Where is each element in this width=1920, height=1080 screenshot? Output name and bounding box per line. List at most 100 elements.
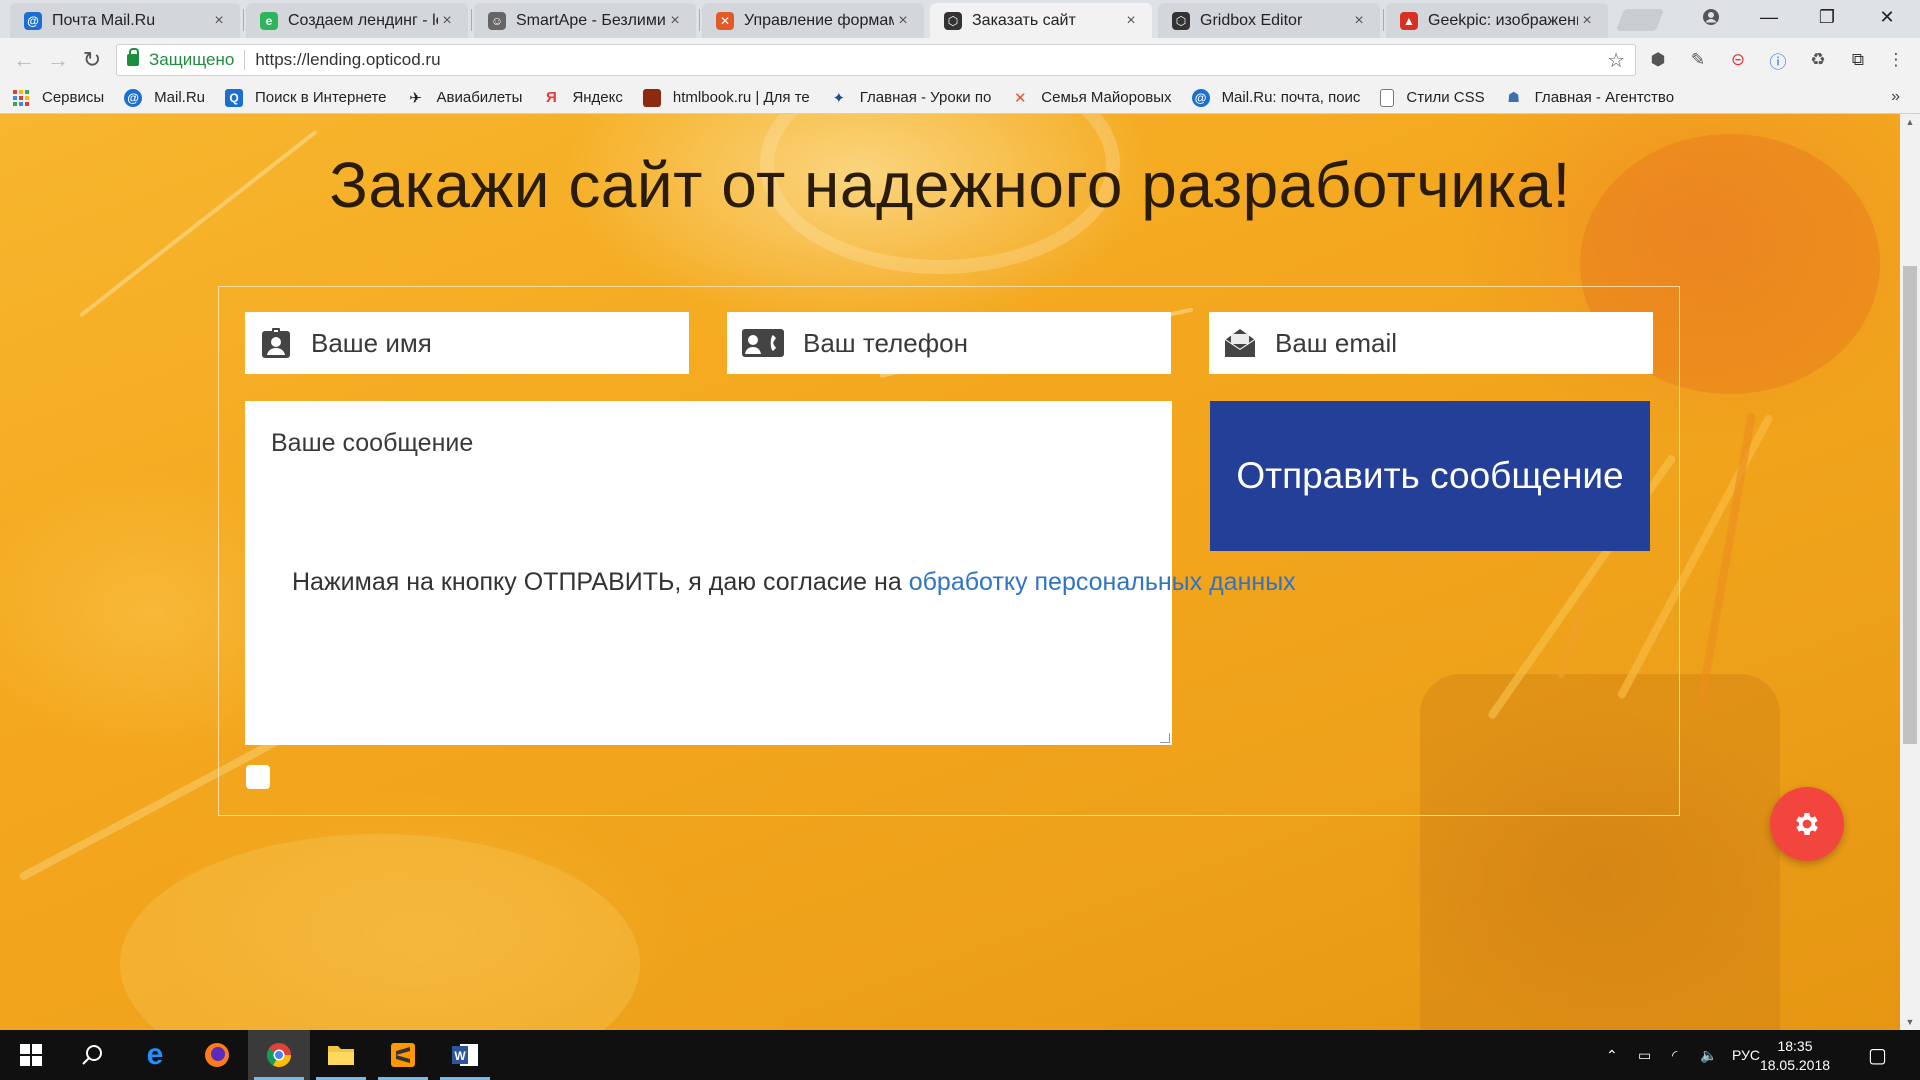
reload-button[interactable]: ↻: [78, 46, 106, 74]
tab-smartape[interactable]: ☺ SmartApe - Безлимитн ×: [474, 3, 696, 38]
close-icon[interactable]: ×: [1578, 12, 1596, 30]
back-button[interactable]: ←: [10, 46, 38, 74]
name-field[interactable]: Ваше имя: [245, 312, 689, 374]
send-message-button[interactable]: Отправить сообщение: [1210, 401, 1650, 551]
tab-gridbox[interactable]: ⬡ Gridbox Editor ×: [1158, 3, 1380, 38]
bookmark-label: Сервисы: [42, 89, 105, 106]
taskbar-sublime[interactable]: [372, 1030, 434, 1080]
joomla-favicon-icon: ✕: [716, 11, 734, 30]
show-hidden-icons[interactable]: ⌃: [1606, 1030, 1618, 1080]
menu-icon[interactable]: ⋮: [1884, 48, 1908, 72]
gridbox-favicon-icon: ⬡: [1172, 11, 1190, 30]
notifications-icon[interactable]: ▢: [1868, 1030, 1887, 1080]
phone-card-icon: [742, 329, 784, 357]
background-decoration: [1696, 411, 1757, 709]
bookmark-mailru-search[interactable]: @ Mail.Ru: почта, поис: [1191, 88, 1361, 107]
search-button[interactable]: [62, 1030, 124, 1080]
mailru-icon: @: [124, 88, 143, 107]
page-headline: Закажи сайт от надежного разработчика!: [329, 149, 1571, 221]
minimize-button[interactable]: —: [1742, 0, 1796, 34]
taskbar-firefox[interactable]: [186, 1030, 248, 1080]
settings-fab[interactable]: [1770, 787, 1844, 861]
joomla-icon: ✦: [832, 89, 846, 107]
tab-geekpic[interactable]: ▲ Geekpic: изображение ×: [1386, 3, 1608, 38]
tab-forms[interactable]: ✕ Управление формами ×: [702, 3, 924, 38]
bookmark-label: Поиск в Интернете: [255, 89, 387, 106]
yandex-icon: Я: [546, 89, 557, 106]
bookmark-avia[interactable]: ✈ Авиабилеты: [407, 89, 522, 107]
privacy-policy-link[interactable]: обработку персональных данных: [909, 568, 1296, 596]
bookmark-label: htmlbook.ru | Для те: [672, 89, 810, 106]
bookmark-htmlbook[interactable]: htmlbook.ru | Для те: [642, 88, 810, 107]
edge-icon: e: [146, 1038, 164, 1071]
url-text[interactable]: https://lending.opticod.ru: [255, 50, 440, 70]
more-bookmarks-icon[interactable]: »: [1891, 88, 1900, 106]
tab-order-site[interactable]: ⬡ Заказать сайт ×: [930, 3, 1152, 38]
taskbar-chrome[interactable]: [248, 1030, 310, 1080]
phone-field[interactable]: Ваш телефон: [727, 312, 1171, 374]
tab-title: Gridbox Editor: [1200, 11, 1303, 29]
toolbar: ← → ↻ Защищено https://lending.opticod.r…: [0, 38, 1920, 82]
search-icon: Q: [225, 88, 244, 107]
mailru-favicon-icon: @: [24, 11, 42, 30]
apps-grid-icon: [12, 89, 30, 107]
bookmark-search[interactable]: Q Поиск в Интернете: [225, 88, 387, 107]
scroll-up-icon[interactable]: ▲: [1900, 114, 1920, 130]
bookmark-star-icon[interactable]: ☆: [1607, 48, 1625, 73]
bookmark-services[interactable]: Сервисы: [12, 89, 104, 107]
start-button[interactable]: [0, 1030, 62, 1080]
message-placeholder: Ваше сообщение: [271, 429, 474, 457]
new-tab-button[interactable]: [1615, 9, 1665, 31]
bookmark-lessons[interactable]: ✦ Главная - Уроки по: [830, 89, 992, 107]
profile-icon[interactable]: [1684, 0, 1738, 34]
agency-icon: ☗: [1507, 89, 1520, 105]
bookmark-label: Яндекс: [572, 89, 623, 106]
vertical-scrollbar[interactable]: ▲ ▼: [1900, 114, 1920, 1030]
bookmark-label: Mail.Ru: почта, поис: [1221, 89, 1361, 106]
bookmark-mailru[interactable]: @ Mail.Ru: [124, 88, 205, 107]
extension-block-icon[interactable]: ⊝: [1726, 48, 1750, 72]
resize-handle-icon[interactable]: [1160, 733, 1170, 743]
tab-title: Заказать сайт: [972, 11, 1076, 29]
restore-button[interactable]: ❐: [1800, 0, 1854, 34]
volume-icon[interactable]: 🔈: [1700, 1030, 1717, 1080]
bookmark-yandex[interactable]: Я Яндекс: [542, 89, 623, 107]
bookmark-css[interactable]: Стили CSS: [1380, 88, 1485, 107]
taskbar-word[interactable]: W: [434, 1030, 496, 1080]
bookmark-label: Семья Майоровых: [1041, 89, 1172, 106]
close-icon[interactable]: ×: [894, 12, 912, 30]
battery-icon[interactable]: ▭: [1638, 1030, 1651, 1080]
tab-mailru[interactable]: @ Почта Mail.Ru ×: [10, 3, 240, 38]
tab-landing[interactable]: e Создаем лендинг - len ×: [246, 3, 468, 38]
extension-info-icon[interactable]: ⓘ: [1766, 48, 1790, 72]
svg-text:W: W: [454, 1049, 466, 1063]
scrollbar-thumb[interactable]: [1903, 266, 1917, 744]
bookmark-label: Главная - Уроки по: [859, 89, 992, 106]
clock-time: 18:35: [1777, 1038, 1813, 1054]
address-bar[interactable]: Защищено https://lending.opticod.ru ☆: [116, 44, 1636, 76]
extension-screenshot-icon[interactable]: ⧉: [1846, 48, 1870, 72]
close-icon[interactable]: ×: [1122, 12, 1140, 30]
forward-button[interactable]: →: [44, 46, 72, 74]
email-field[interactable]: Ваш email: [1209, 312, 1653, 374]
wifi-icon[interactable]: ◜: [1672, 1030, 1677, 1080]
close-icon[interactable]: ×: [210, 12, 228, 30]
consent-text: Нажимая на кнопку ОТПРАВИТЬ, я даю согла…: [292, 568, 1296, 597]
consent-checkbox[interactable]: [246, 765, 270, 789]
extension-evernote-icon[interactable]: ⬢: [1646, 48, 1670, 72]
extension-recycle-icon[interactable]: ♻: [1806, 48, 1830, 72]
close-icon[interactable]: ×: [438, 12, 456, 30]
taskbar-edge[interactable]: e: [124, 1030, 186, 1080]
close-window-button[interactable]: ✕: [1860, 0, 1914, 34]
word-icon: W: [452, 1044, 478, 1066]
taskbar-explorer[interactable]: [310, 1030, 372, 1080]
bookmark-family[interactable]: ✕ Семья Майоровых: [1011, 89, 1172, 107]
lock-icon: [127, 48, 139, 66]
close-icon[interactable]: ×: [1350, 12, 1368, 30]
scroll-down-icon[interactable]: ▼: [1900, 1014, 1920, 1030]
bookmark-agency[interactable]: ☗ Главная - Агентство: [1505, 89, 1674, 107]
close-icon[interactable]: ×: [666, 12, 684, 30]
system-clock[interactable]: 18:35 18.05.2018: [1750, 1037, 1840, 1075]
extension-eyedropper-icon[interactable]: ✎: [1686, 48, 1710, 72]
phone-placeholder: Ваш телефон: [803, 327, 968, 358]
